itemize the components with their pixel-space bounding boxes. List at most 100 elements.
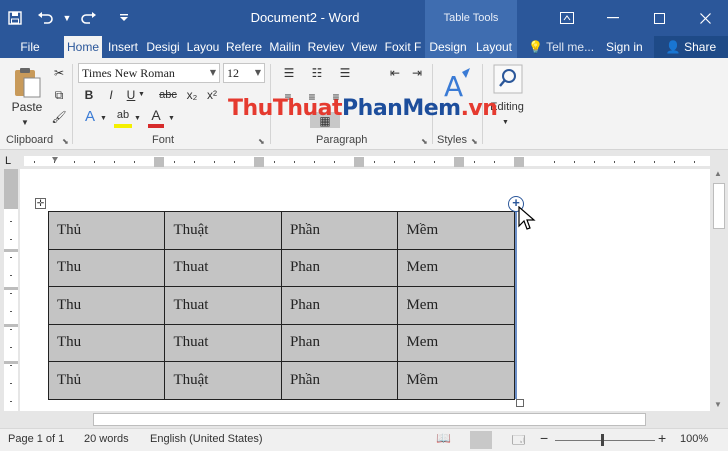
numbering-icon[interactable]: ☷: [306, 64, 328, 82]
tab-insert[interactable]: Insert: [104, 36, 142, 58]
maximize-icon[interactable]: [636, 0, 682, 36]
horizontal-scroll-thumb[interactable]: [93, 413, 646, 426]
zoom-slider-thumb[interactable]: [601, 434, 604, 446]
web-layout-icon[interactable]: 🗔: [512, 431, 525, 451]
scroll-up-icon[interactable]: ▲: [714, 169, 722, 178]
paragraph-launcher-icon[interactable]: ⬊: [421, 137, 428, 146]
horizontal-scrollbar[interactable]: [0, 411, 728, 428]
table-cell[interactable]: Phần: [280, 211, 399, 250]
table-cell[interactable]: Thủ: [47, 361, 166, 400]
save-icon[interactable]: [0, 0, 30, 36]
table-cell[interactable]: Mem: [397, 248, 515, 287]
zoom-level[interactable]: 100%: [680, 433, 708, 445]
table-cell[interactable]: Thu: [47, 286, 166, 325]
underline-dropdown-icon[interactable]: ▼: [138, 86, 145, 104]
vertical-scrollbar[interactable]: ▲ ▼: [710, 169, 728, 411]
multilevel-list-icon[interactable]: ☰: [334, 64, 356, 82]
font-name-combo[interactable]: Times New Roman ▼: [78, 63, 220, 83]
table-cell[interactable]: Thu: [47, 323, 166, 362]
tell-me-box[interactable]: 💡 Tell me...: [528, 36, 594, 58]
table-cell[interactable]: Phan: [280, 323, 399, 362]
table-cell[interactable]: Mềm: [397, 211, 515, 250]
zoom-in-icon[interactable]: +: [658, 430, 666, 446]
table-move-handle-icon[interactable]: ✛: [35, 198, 46, 209]
print-layout-icon[interactable]: [470, 431, 492, 449]
tab-foxit[interactable]: Foxit F: [383, 36, 423, 58]
table-cell[interactable]: Thuat: [164, 323, 282, 362]
zoom-slider[interactable]: [555, 440, 655, 441]
zoom-out-icon[interactable]: −: [540, 430, 548, 446]
scroll-down-icon[interactable]: ▼: [714, 400, 722, 409]
vertical-ruler[interactable]: [4, 169, 18, 411]
minimize-icon[interactable]: [590, 0, 636, 36]
table-cell[interactable]: Mem: [397, 286, 515, 325]
highlight-dropdown-icon[interactable]: ▼: [134, 110, 141, 128]
redo-icon[interactable]: [74, 0, 104, 36]
tab-view[interactable]: View: [348, 36, 380, 58]
copy-icon[interactable]: ⧉: [50, 86, 68, 104]
format-painter-icon[interactable]: 🖌: [50, 108, 68, 126]
table-cell[interactable]: Phan: [280, 286, 399, 325]
superscript-button[interactable]: x²: [204, 86, 220, 104]
close-icon[interactable]: [682, 0, 728, 36]
underline-button[interactable]: U: [124, 86, 138, 104]
undo-icon[interactable]: [30, 0, 60, 36]
tab-mailings[interactable]: Mailin: [266, 36, 304, 58]
table-cell[interactable]: Thuat: [164, 286, 282, 325]
read-mode-icon[interactable]: 📖: [436, 431, 451, 445]
ribbon-display-options-icon[interactable]: [544, 0, 590, 36]
tab-table-design[interactable]: Design: [425, 36, 471, 58]
paste-icon[interactable]: [12, 66, 42, 98]
customize-qat-icon[interactable]: [104, 0, 144, 36]
tab-file[interactable]: File: [12, 36, 48, 58]
table-cell[interactable]: Thuật: [164, 211, 282, 250]
table-cell[interactable]: Phan: [280, 248, 399, 287]
ruler-strip[interactable]: [24, 156, 710, 167]
tab-references[interactable]: Refere: [225, 36, 263, 58]
clipboard-launcher-icon[interactable]: ⬊: [62, 137, 69, 146]
sign-in-link[interactable]: Sign in: [606, 36, 643, 58]
page-count[interactable]: Page 1 of 1: [8, 433, 64, 445]
table-cell[interactable]: Phần: [280, 361, 399, 400]
tab-table-layout[interactable]: Layout: [471, 36, 517, 58]
font-name-value: Times New Roman: [82, 66, 175, 80]
bold-button[interactable]: B: [82, 86, 96, 104]
table-resize-handle[interactable]: [516, 399, 524, 407]
cut-icon[interactable]: ✂: [50, 64, 68, 82]
table-cell[interactable]: Thuật: [164, 361, 282, 400]
text-effects-dropdown-icon[interactable]: ▼: [100, 110, 107, 128]
table-cell[interactable]: Thuat: [164, 248, 282, 287]
language-indicator[interactable]: English (United States): [150, 433, 263, 445]
font-color-dropdown-icon[interactable]: ▼: [168, 110, 175, 128]
table-cell[interactable]: Mem: [397, 323, 515, 362]
styles-launcher-icon[interactable]: ⬊: [471, 137, 478, 146]
undo-dropdown-icon[interactable]: ▼: [60, 0, 74, 36]
tab-selector-icon[interactable]: L: [5, 155, 17, 167]
document-table[interactable]: Thủ Thuật Phần Mềm Thu Thuat Phan Mem Th…: [47, 211, 515, 400]
font-size-combo[interactable]: 12 ▼: [223, 63, 265, 83]
increase-indent-icon[interactable]: ⇥: [408, 64, 426, 82]
lightbulb-icon: 💡: [528, 40, 543, 54]
italic-button[interactable]: I: [104, 86, 118, 104]
table-cell[interactable]: Thủ: [47, 211, 166, 250]
tab-design[interactable]: Desigi: [144, 36, 182, 58]
paste-dropdown-icon[interactable]: ▼: [21, 114, 29, 132]
table-row: Thủ Thuật Phần Mềm: [47, 211, 515, 250]
share-button[interactable]: 👤 Share: [654, 36, 728, 58]
vertical-scroll-thumb[interactable]: [713, 183, 725, 229]
tab-home[interactable]: Home: [64, 36, 102, 58]
subscript-button[interactable]: x₂: [184, 86, 200, 104]
tab-layout[interactable]: Layou: [185, 36, 221, 58]
highlight-button[interactable]: ab: [114, 106, 132, 128]
tab-review[interactable]: Reviev: [307, 36, 345, 58]
font-launcher-icon[interactable]: ⬊: [258, 137, 265, 146]
word-count[interactable]: 20 words: [84, 433, 129, 445]
strikethrough-button[interactable]: abc: [157, 86, 179, 104]
decrease-indent-icon[interactable]: ⇤: [386, 64, 404, 82]
table-cell[interactable]: Mềm: [397, 361, 515, 400]
font-color-button[interactable]: A: [148, 106, 164, 128]
table-row: Thu Thuat Phan Mem: [47, 286, 515, 325]
table-cell[interactable]: Thu: [47, 248, 166, 287]
text-effects-button[interactable]: A: [82, 108, 98, 126]
bullets-icon[interactable]: ☰: [278, 64, 300, 82]
